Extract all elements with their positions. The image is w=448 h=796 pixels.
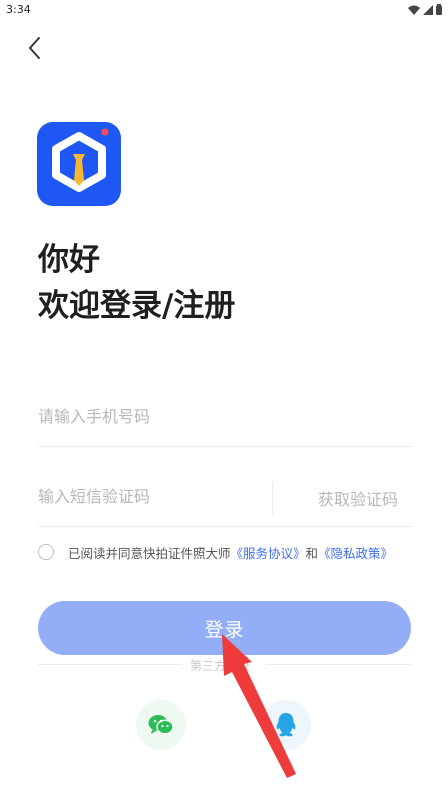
sms-code-field: 获取验证码 [38, 466, 412, 527]
agreement-text: 已阅读并同意快拍证件照大师 [68, 545, 231, 561]
welcome-subtitle: 欢迎登录/注册 [38, 288, 236, 324]
back-button[interactable] [22, 34, 50, 62]
field-divider [272, 482, 273, 514]
wifi-icon [408, 5, 420, 15]
sms-code-input[interactable] [38, 466, 264, 526]
qq-icon [276, 713, 296, 737]
battery-icon [436, 4, 442, 15]
status-icons [408, 4, 442, 15]
phone-field [38, 386, 412, 447]
greeting-title: 你好 [38, 242, 100, 278]
wechat-icon [148, 715, 174, 735]
agreement-checkbox[interactable] [38, 544, 54, 560]
status-time: 3:34 [6, 3, 31, 16]
status-bar: 3:34 [0, 0, 448, 22]
get-code-button[interactable]: 获取验证码 [318, 486, 398, 510]
hexagon-tie-logo-icon [52, 128, 109, 192]
chevron-left-icon [29, 37, 40, 59]
third-party-divider-right [266, 664, 411, 665]
agreement-row: 已阅读并同意快拍证件照大师 《服务协议》 和 《隐私政策》 [38, 542, 438, 562]
login-button[interactable]: 登录 [38, 601, 411, 655]
wechat-login-button[interactable] [136, 700, 186, 750]
third-party-label: 第三方登录 [190, 659, 251, 673]
service-agreement-link[interactable]: 《服务协议》 [231, 543, 306, 562]
signal-icon [423, 4, 433, 15]
phone-input[interactable] [38, 386, 412, 446]
app-logo [37, 122, 121, 206]
privacy-policy-link[interactable]: 《隐私政策》 [318, 543, 393, 562]
qq-login-button[interactable] [261, 700, 311, 750]
agreement-conjunction: 和 [305, 545, 319, 561]
login-button-label: 登录 [204, 618, 245, 641]
third-party-divider-left [38, 664, 182, 665]
